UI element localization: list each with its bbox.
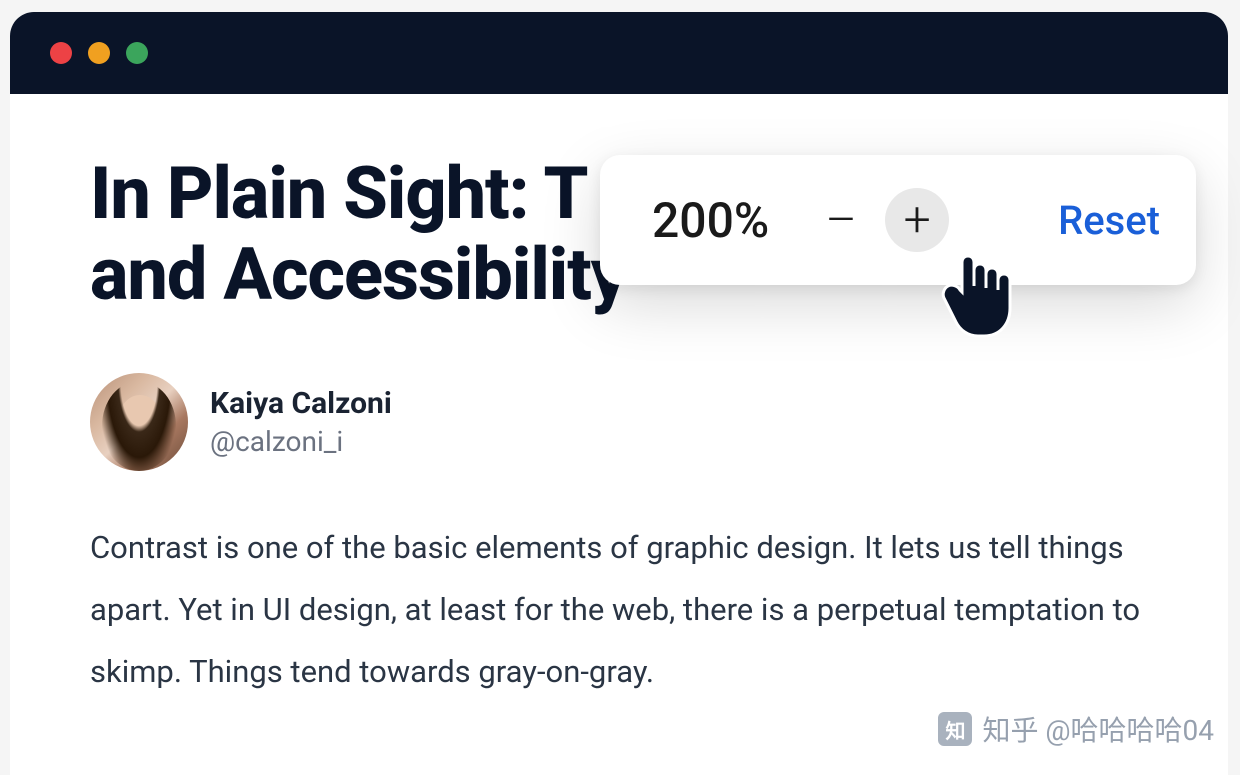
article-body: Contrast is one of the basic elements of…	[90, 517, 1148, 703]
zoom-level: 200%	[652, 192, 769, 249]
zoom-control-popover: 200% – + Reset	[600, 155, 1196, 285]
author-block: Kaiya Calzoni @calzoni_i	[90, 373, 1148, 471]
minimize-icon[interactable]	[88, 42, 110, 64]
zhihu-logo-icon: 知	[938, 712, 972, 746]
author-handle[interactable]: @calzoni_i	[210, 425, 392, 458]
author-name[interactable]: Kaiya Calzoni	[210, 386, 392, 421]
window-titlebar	[10, 12, 1228, 94]
watermark: 知 知乎 @哈哈哈哈04	[938, 709, 1214, 749]
maximize-icon[interactable]	[126, 42, 148, 64]
browser-window: In Plain Sight: Tand Accessibility Kaiya…	[10, 12, 1228, 775]
close-icon[interactable]	[50, 42, 72, 64]
zoom-reset-button[interactable]: Reset	[1058, 197, 1160, 244]
avatar[interactable]	[90, 373, 188, 471]
watermark-text: 知乎 @哈哈哈哈04	[982, 709, 1214, 749]
minus-icon: –	[826, 196, 857, 244]
zoom-in-button[interactable]: +	[885, 188, 949, 252]
plus-icon: +	[904, 196, 931, 244]
zoom-out-button[interactable]: –	[809, 188, 873, 252]
